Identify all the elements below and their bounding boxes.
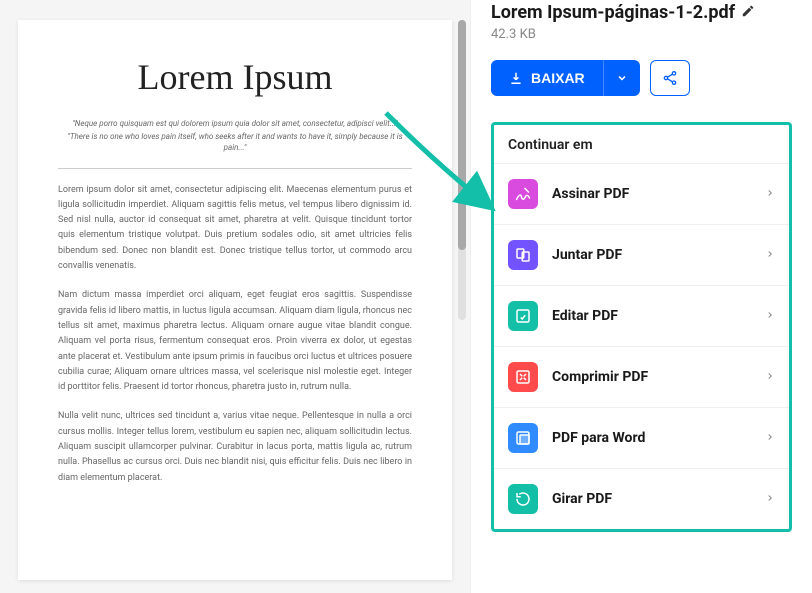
- chevron-right-icon: [765, 185, 775, 204]
- action-label: PDF para Word: [552, 430, 751, 446]
- document-preview: Lorem Ipsum "Neque porro quisquam est qu…: [18, 20, 452, 580]
- file-header: Lorem Ipsum-páginas-1-2.pdf 42.3 KB: [491, 0, 792, 42]
- download-button-group: BAIXAR: [491, 60, 640, 96]
- continue-panel: Continuar em Assinar PDF Juntar PDF Editar…: [491, 122, 792, 532]
- action-item-sign[interactable]: Assinar PDF: [494, 163, 789, 224]
- scrollbar-thumb[interactable]: [458, 20, 466, 250]
- doc-quote-2: "There is no one who loves pain itself, …: [58, 131, 412, 153]
- doc-quote-1: "Neque porro quisquam est qui dolorem ip…: [58, 118, 412, 129]
- file-name: Lorem Ipsum-páginas-1-2.pdf: [491, 2, 735, 23]
- doc-title: Lorem Ipsum: [58, 56, 412, 98]
- doc-divider: [58, 168, 412, 169]
- download-dropdown-button[interactable]: [603, 60, 640, 96]
- action-label: Comprimir PDF: [552, 369, 751, 385]
- share-button[interactable]: [650, 60, 690, 96]
- action-item-word[interactable]: PDF para Word: [494, 407, 789, 468]
- action-item-merge[interactable]: Juntar PDF: [494, 224, 789, 285]
- action-item-compress[interactable]: Comprimir PDF: [494, 346, 789, 407]
- download-label: BAIXAR: [531, 70, 585, 86]
- merge-icon: [508, 240, 538, 270]
- word-icon: [508, 423, 538, 453]
- action-item-edit[interactable]: Editar PDF: [494, 285, 789, 346]
- pencil-icon[interactable]: [741, 4, 755, 22]
- download-icon: [509, 71, 523, 85]
- action-label: Girar PDF: [552, 491, 751, 507]
- details-pane: Lorem Ipsum-páginas-1-2.pdf 42.3 KB BAIX…: [470, 0, 812, 593]
- action-item-rotate[interactable]: Girar PDF: [494, 468, 789, 529]
- chevron-right-icon: [765, 246, 775, 265]
- chevron-right-icon: [765, 368, 775, 387]
- edit-icon: [508, 301, 538, 331]
- file-size: 42.3 KB: [491, 27, 792, 42]
- preview-scrollbar[interactable]: [458, 20, 466, 320]
- rotate-icon: [508, 484, 538, 514]
- chevron-down-icon: [616, 72, 628, 84]
- chevron-right-icon: [765, 490, 775, 509]
- continue-title: Continuar em: [494, 137, 789, 163]
- action-label: Assinar PDF: [552, 186, 751, 202]
- share-icon: [662, 70, 678, 86]
- preview-pane: Lorem Ipsum "Neque porro quisquam est qu…: [0, 0, 470, 593]
- doc-paragraph: Nulla velit nunc, ultrices sed tincidunt…: [58, 409, 412, 485]
- action-list: Assinar PDF Juntar PDF Editar PDF Comprimir…: [494, 163, 789, 529]
- action-label: Editar PDF: [552, 308, 751, 324]
- action-label: Juntar PDF: [552, 247, 751, 263]
- compress-icon: [508, 362, 538, 392]
- sign-icon: [508, 179, 538, 209]
- chevron-right-icon: [765, 429, 775, 448]
- download-button[interactable]: BAIXAR: [491, 60, 603, 96]
- chevron-right-icon: [765, 307, 775, 326]
- doc-paragraph: Lorem ipsum dolor sit amet, consectetur …: [58, 183, 412, 275]
- doc-paragraph: Nam dictum massa imperdiet orci aliquam,…: [58, 288, 412, 395]
